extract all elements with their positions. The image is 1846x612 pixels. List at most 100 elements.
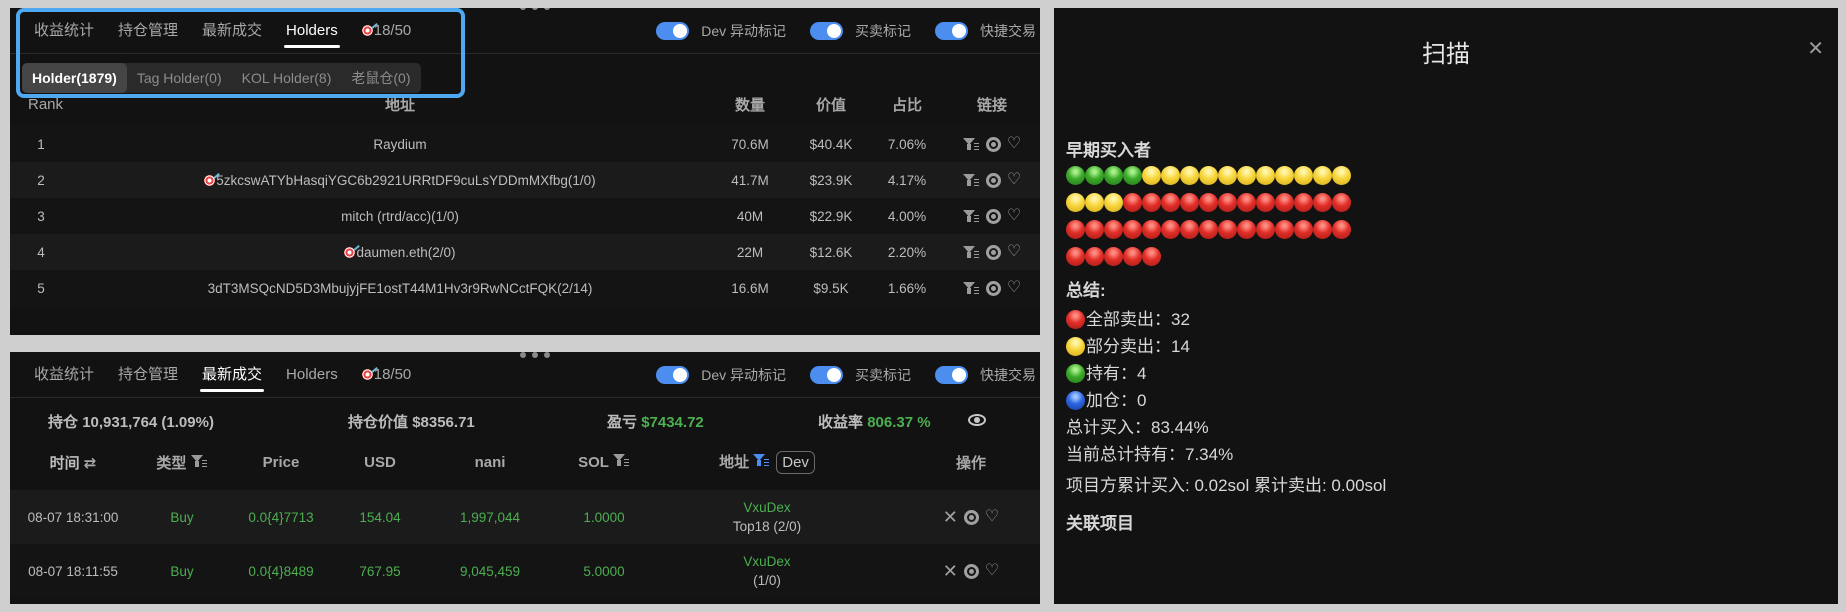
yellow-circle-icon xyxy=(1142,166,1161,185)
table-row[interactable]: 1 Raydium 70.6M $40.4K 7.06% ♡ xyxy=(10,126,1040,162)
red-circle-icon xyxy=(1123,247,1142,266)
address-name: VxuDex xyxy=(743,554,791,569)
table-row[interactable]: 08-07 18:11:55 Buy 0.0{4}8489 767.95 9,045,4… xyxy=(10,544,1040,598)
red-circle-icon xyxy=(1142,220,1161,239)
toggle-switch[interactable] xyxy=(656,366,690,384)
trade-mark-toggle[interactable]: 买卖标记 xyxy=(810,365,911,385)
tab-profit-stats[interactable]: 收益统计 xyxy=(10,8,106,54)
heart-icon[interactable]: ♡ xyxy=(985,509,999,525)
tab-target-count[interactable]: 18/50 xyxy=(350,352,424,398)
at-icon[interactable] xyxy=(985,172,1001,188)
close-icon[interactable]: ✕ xyxy=(1807,36,1824,61)
toggle-switch[interactable] xyxy=(810,366,843,384)
at-icon[interactable] xyxy=(985,280,1001,296)
red-circle-icon xyxy=(1104,247,1123,266)
col-label: 类型 xyxy=(156,454,187,472)
holder-address[interactable]: mitch (rtrd/acc)(1/0) xyxy=(92,209,708,224)
early-buyers-dots xyxy=(1066,166,1356,274)
at-icon[interactable] xyxy=(963,563,979,579)
red-circle-icon xyxy=(1066,310,1085,329)
filter-icon[interactable] xyxy=(753,453,770,467)
close-icon[interactable]: ✕ xyxy=(943,562,958,580)
sort-swap-icon[interactable]: ⇄ xyxy=(84,455,97,472)
dev-filter-chip[interactable]: Dev xyxy=(776,450,815,474)
tab-holders[interactable]: Holders xyxy=(274,8,350,54)
filter-icon[interactable] xyxy=(962,281,980,295)
toggle-switch[interactable] xyxy=(656,22,690,40)
toggle-label: Dev 异动标记 xyxy=(701,23,786,39)
col-type: 类型 xyxy=(136,452,228,473)
filter-icon[interactable] xyxy=(962,173,980,187)
related-projects-title: 关联项目 xyxy=(1066,514,1134,533)
toggle-switch[interactable] xyxy=(935,22,968,40)
col-time[interactable]: 时间 ⇄ xyxy=(10,452,136,473)
quantity: 40M xyxy=(736,208,764,224)
toggle-label: 快捷交易 xyxy=(980,367,1036,383)
trade-type: Buy xyxy=(170,563,194,579)
at-icon[interactable] xyxy=(985,244,1001,260)
tab-profit-stats[interactable]: 收益统计 xyxy=(10,352,106,398)
trade-mark-toggle[interactable]: 买卖标记 xyxy=(810,21,911,41)
summary-text: 持有：4 xyxy=(1086,364,1147,383)
quick-trade-toggle[interactable]: 快捷交易 xyxy=(935,365,1036,385)
tab-latest-trades[interactable]: 最新成交 xyxy=(190,8,274,54)
trade-address[interactable]: VxuDex (1/0) xyxy=(654,552,880,590)
toggle-switch[interactable] xyxy=(935,366,968,384)
holder-address[interactable]: 3dT3MSQcND5D3MbujyjFE1ostT44M1Hv3r9RwNCc… xyxy=(92,281,708,296)
close-icon[interactable]: ✕ xyxy=(943,508,958,526)
red-circle-icon xyxy=(1218,193,1237,212)
filter-icon[interactable] xyxy=(962,137,980,151)
early-buyers-title: 早期买入者 xyxy=(1066,141,1151,160)
red-circle-icon xyxy=(1275,193,1294,212)
heart-icon[interactable]: ♡ xyxy=(1007,208,1021,224)
filter-icon[interactable] xyxy=(190,454,208,468)
tab-position-management[interactable]: 持仓管理 xyxy=(106,8,190,54)
heart-icon[interactable]: ♡ xyxy=(985,563,999,579)
dev-alert-toggle[interactable]: Dev 异动标记 xyxy=(656,21,786,41)
table-row[interactable]: 5 3dT3MSQcND5D3MbujyjFE1ostT44M1Hv3r9RwNC… xyxy=(10,270,1040,306)
yellow-circle-icon xyxy=(1161,166,1180,185)
tab-position-management[interactable]: 持仓管理 xyxy=(106,352,190,398)
table-row[interactable]: 3 mitch (rtrd/acc)(1/0) 40M $22.9K 4.00% ♡ xyxy=(10,198,1040,234)
filter-icon[interactable] xyxy=(612,453,630,467)
at-icon[interactable] xyxy=(985,136,1001,152)
green-circle-icon xyxy=(1066,364,1085,383)
holders-panel: 收益统计 持仓管理 最新成交 Holders 18/50 Dev 异动标记 买卖… xyxy=(10,8,1040,335)
col-links: 链接 xyxy=(976,96,1007,114)
quick-trade-toggle[interactable]: 快捷交易 xyxy=(935,21,1036,41)
red-circle-icon xyxy=(1294,220,1313,239)
row-actions: ♡ xyxy=(944,280,1040,296)
drag-handle[interactable] xyxy=(520,352,550,358)
at-icon[interactable] xyxy=(963,509,979,525)
heart-icon[interactable]: ♡ xyxy=(1007,280,1021,296)
col-address: 地址 Dev xyxy=(654,450,880,474)
holder-address[interactable]: Raydium xyxy=(92,137,708,152)
trade-address[interactable]: VxuDex Top18 (2/0) xyxy=(654,498,880,536)
tab-target-count[interactable]: 18/50 xyxy=(350,8,424,54)
tab-holders[interactable]: Holders xyxy=(274,352,350,398)
red-circle-icon xyxy=(1218,220,1237,239)
toggle-label: 快捷交易 xyxy=(980,23,1036,39)
filter-icon[interactable] xyxy=(962,245,980,259)
table-row[interactable]: 4 daumen.eth(2/0) 22M $12.6K 2.20% ♡ xyxy=(10,234,1040,270)
heart-icon[interactable]: ♡ xyxy=(1007,172,1021,188)
target-icon xyxy=(361,369,373,380)
eye-icon[interactable] xyxy=(968,414,986,426)
toggle-switch[interactable] xyxy=(810,22,843,40)
filter-icon[interactable] xyxy=(962,209,980,223)
holder-address[interactable]: 5zkcswATYbHasqiYGC6b2921URRtDF9cuLsYDDmM… xyxy=(92,173,708,188)
table-row[interactable]: 2 5zkcswATYbHasqiYGC6b2921URRtDF9cuLsYDDm… xyxy=(10,162,1040,198)
target-icon xyxy=(361,25,373,36)
toggle-label: 买卖标记 xyxy=(855,23,911,39)
tab-latest-trades[interactable]: 最新成交 xyxy=(190,352,274,398)
holder-address[interactable]: daumen.eth(2/0) xyxy=(92,245,708,260)
heart-icon[interactable]: ♡ xyxy=(1007,244,1021,260)
stat-value: 806.37 % xyxy=(867,414,931,431)
red-circle-icon xyxy=(1180,193,1199,212)
heart-icon[interactable]: ♡ xyxy=(1007,136,1021,152)
summary-text: 加仓：0 xyxy=(1086,391,1147,410)
table-row[interactable]: 08-07 18:31:00 Buy 0.0{4}7713 154.04 1,997,0… xyxy=(10,490,1040,544)
drag-handle[interactable] xyxy=(520,8,550,10)
dev-alert-toggle[interactable]: Dev 异动标记 xyxy=(656,365,786,385)
at-icon[interactable] xyxy=(985,208,1001,224)
